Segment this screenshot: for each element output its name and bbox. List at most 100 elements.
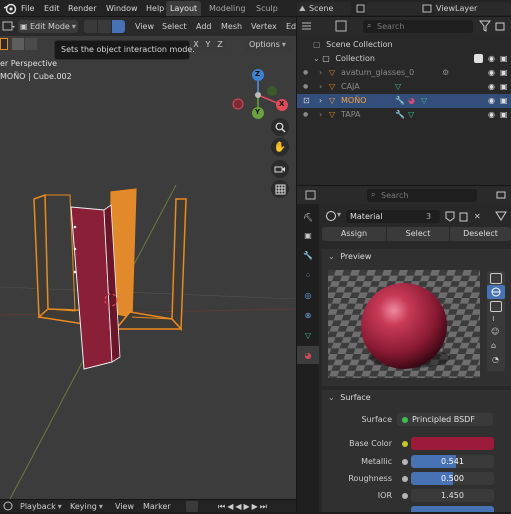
scene-collection-row[interactable]: ▢ Scene Collection: [297, 38, 511, 52]
options-dropdown[interactable]: Options ▾: [245, 38, 293, 51]
node-tree-icon[interactable]: [494, 210, 508, 223]
surface-panel-header[interactable]: ⌄ Surface: [322, 390, 511, 406]
edit-mode-icon[interactable]: ⊡: [303, 94, 310, 108]
editor-divider[interactable]: [296, 17, 297, 512]
menu-edit[interactable]: Edit: [44, 2, 60, 15]
outliner-editor-icon[interactable]: [301, 20, 315, 32]
close-icon[interactable]: ✕: [474, 210, 481, 223]
ortho-grid-icon[interactable]: [271, 180, 289, 198]
edge-select-icon[interactable]: [98, 20, 111, 33]
menu-edge[interactable]: Ed: [286, 20, 296, 33]
outliner-item-tapa[interactable]: ● › ▽ TAPA 🔧 ▽ ◉ ▣: [297, 108, 511, 122]
menu-add[interactable]: Add: [196, 20, 212, 33]
filter-display-icon[interactable]: [335, 20, 347, 32]
menu-keying[interactable]: Keying ▾: [70, 500, 103, 513]
outliner-item-mono[interactable]: ⊡ › ▽ MOÑO 🔧 ◕ ▽ ◉ ▣: [297, 94, 511, 108]
tab-layout[interactable]: Layout: [166, 1, 202, 16]
physics-tab-icon[interactable]: ◎: [297, 286, 319, 304]
duplicate-icon[interactable]: [458, 210, 470, 223]
outliner-item-caja[interactable]: ● › ▽ CAJA ▽ ◉ ▣: [297, 80, 511, 94]
menu-help[interactable]: Help: [146, 2, 164, 15]
viewlayer-selector[interactable]: ViewLayer: [434, 2, 511, 15]
preview-flat-icon[interactable]: [490, 273, 502, 284]
metallic-slider[interactable]: 0.541: [411, 455, 494, 468]
assign-button[interactable]: Assign: [322, 227, 386, 241]
preview-world-icon[interactable]: ◔: [492, 355, 499, 364]
chevron-down-icon[interactable]: ▾: [337, 210, 341, 219]
mirror-z-toggle[interactable]: Z: [214, 38, 226, 51]
material-users-count[interactable]: 3: [426, 210, 431, 223]
select-extend-icon[interactable]: [25, 38, 37, 50]
collection-row[interactable]: ⌄ ▢ Collection ◉ ▣: [297, 52, 511, 66]
filter-icon[interactable]: [478, 20, 492, 32]
menu-vertex[interactable]: Vertex: [251, 20, 277, 33]
fake-user-icon[interactable]: [444, 210, 456, 223]
pan-hand-icon[interactable]: ✋: [271, 138, 289, 156]
transform-pivot-icon[interactable]: [0, 38, 8, 50]
constraints-tab-icon[interactable]: ⊗: [297, 306, 319, 324]
scene-search[interactable]: [366, 2, 426, 15]
new-collection-icon[interactable]: [495, 20, 507, 32]
ior-field[interactable]: 1.450: [411, 489, 494, 502]
camera-icon[interactable]: [271, 160, 289, 178]
camera-render-icon[interactable]: ▣: [500, 108, 508, 122]
scene-selector[interactable]: ⛰ Scene: [297, 2, 351, 15]
next-slider-partial[interactable]: [411, 506, 494, 512]
select-box-icon[interactable]: [12, 38, 24, 50]
base-color-swatch[interactable]: [411, 437, 494, 450]
eye-icon[interactable]: ◉: [488, 66, 495, 80]
preview-fluid-icon[interactable]: ⌂: [491, 341, 496, 350]
tab-modeling[interactable]: Modeling: [205, 1, 249, 16]
menu-timeline-view[interactable]: View: [115, 500, 134, 513]
surface-shader-selector[interactable]: Principled BSDF: [397, 413, 493, 426]
timeline-editor-icon[interactable]: [2, 501, 16, 512]
face-select-icon[interactable]: [112, 20, 125, 33]
eye-icon[interactable]: ◉: [488, 52, 495, 66]
mirror-y-toggle[interactable]: Y: [202, 38, 214, 51]
editor-divider[interactable]: [297, 185, 511, 186]
vertex-select-icon[interactable]: [84, 20, 97, 33]
preview-monkey-icon[interactable]: ☺: [491, 327, 499, 336]
playback-controls[interactable]: ⏮◀◀▶▶⏭: [218, 500, 269, 513]
preview-hair-icon[interactable]: ≀: [492, 314, 495, 323]
copy-scene-icon[interactable]: [355, 3, 366, 14]
modifier-tab-icon[interactable]: 🔧: [297, 246, 319, 264]
particles-tab-icon[interactable]: ⁘: [297, 266, 319, 284]
menu-marker[interactable]: Marker: [143, 500, 171, 513]
select-button[interactable]: Select: [387, 227, 449, 241]
editor-type-icon[interactable]: [2, 20, 16, 33]
camera-render-icon[interactable]: ▣: [500, 66, 508, 80]
roughness-slider[interactable]: 0.500: [411, 472, 494, 485]
ribbon-object[interactable]: [70, 204, 121, 370]
eye-icon[interactable]: ◉: [488, 108, 495, 122]
menu-file[interactable]: File: [21, 2, 34, 15]
collection-checkbox[interactable]: [474, 54, 483, 63]
record-icon[interactable]: [186, 501, 198, 512]
tab-sculpting[interactable]: Sculp: [252, 1, 282, 16]
tool-tab-icon[interactable]: ⛏: [297, 208, 319, 226]
menu-window[interactable]: Window: [106, 2, 138, 15]
menu-select[interactable]: Select: [162, 20, 187, 33]
mode-selector[interactable]: ▣ Edit Mode ▾: [18, 20, 78, 33]
eye-icon[interactable]: ◉: [488, 80, 495, 94]
render-tab-icon[interactable]: ▣: [297, 226, 319, 244]
deselect-button[interactable]: Deselect: [450, 227, 511, 241]
3d-viewport[interactable]: Z X Y ✋ er Perspective MOÑO | Cube.002: [0, 17, 296, 499]
material-tab-icon[interactable]: ◕: [297, 346, 319, 364]
menu-render[interactable]: Render: [68, 2, 96, 15]
data-tab-icon[interactable]: ▽: [297, 326, 319, 344]
pin-icon[interactable]: [495, 189, 507, 201]
zoom-icon[interactable]: [271, 118, 289, 136]
camera-render-icon[interactable]: ▣: [500, 94, 508, 108]
outliner-search-input[interactable]: Search: [363, 20, 473, 33]
outliner-item-glasses[interactable]: ● › ▽ avatum_glasses_0 ⚙ ◉ ▣: [297, 66, 511, 80]
preview-panel-header[interactable]: ⌄ Preview: [322, 249, 511, 265]
menu-view[interactable]: View: [135, 20, 154, 33]
blender-logo-icon[interactable]: [3, 2, 17, 15]
camera-render-icon[interactable]: ▣: [500, 52, 508, 66]
camera-render-icon[interactable]: ▣: [500, 80, 508, 94]
preview-sphere-icon[interactable]: [487, 285, 505, 299]
menu-mesh[interactable]: Mesh: [221, 20, 242, 33]
eye-icon[interactable]: ◉: [488, 94, 495, 108]
preview-cube-icon[interactable]: [490, 301, 502, 312]
